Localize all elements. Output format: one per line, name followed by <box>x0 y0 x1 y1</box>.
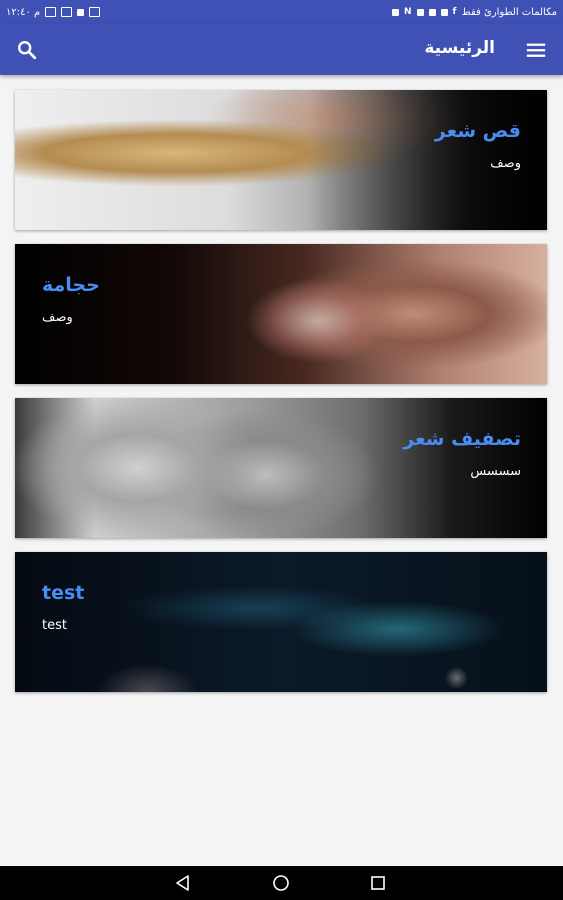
search-button[interactable] <box>16 39 38 61</box>
card-title: test <box>42 582 85 604</box>
battery-icon <box>45 7 57 17</box>
category-card-test[interactable]: test test <box>15 552 547 692</box>
recents-button[interactable] <box>369 874 387 892</box>
status-bar-right: N f مكالمات الطوارئ فقط <box>391 6 557 18</box>
news-icon <box>440 8 448 16</box>
app-bar: الرئيسية <box>0 24 563 75</box>
cupping-photo <box>15 244 547 384</box>
category-card-hair-cutting[interactable]: قص شعر وصف <box>15 90 547 230</box>
facebook-icon: f <box>452 7 457 17</box>
card-description: وصف <box>490 156 521 171</box>
signal-icon <box>61 7 73 17</box>
carrier-text: مكالمات الطوارئ فقط <box>461 6 557 18</box>
twitter-icon <box>416 8 424 16</box>
space-photo <box>15 552 547 692</box>
system-nav-bar <box>0 866 563 900</box>
notification-icon <box>391 8 399 16</box>
card-title: تصفيف شعر <box>403 428 521 450</box>
hair-styling-photo <box>15 398 547 538</box>
n-notification-icon: N <box>403 7 412 17</box>
category-card-cupping[interactable]: حجامة وصف <box>15 244 547 384</box>
card-title: قص شعر <box>434 120 521 142</box>
recents-square-icon <box>371 876 385 890</box>
menu-button[interactable] <box>525 39 547 61</box>
card-description: test <box>42 618 67 633</box>
card-title: حجامة <box>42 274 100 296</box>
category-list: قص شعر وصف حجامة وصف تصفيف شعر سسسس test… <box>15 90 547 706</box>
clock-text: م ١٢:٤٠ <box>6 6 41 18</box>
home-button[interactable] <box>272 874 290 892</box>
status-bar-left: م ١٢:٤٠ <box>6 6 101 18</box>
page-title: الرئيسية <box>424 38 495 58</box>
wifi-icon <box>77 8 85 16</box>
category-card-hair-styling[interactable]: تصفيف شعر سسسس <box>15 398 547 538</box>
photo-icon <box>428 8 436 16</box>
home-circle-icon <box>273 875 289 891</box>
back-button[interactable] <box>174 874 192 892</box>
hair-cutting-photo <box>15 90 547 230</box>
status-bar: م ١٢:٤٠ N f مكالمات الطوارئ فقط <box>0 0 563 24</box>
vibrate-icon <box>89 7 101 17</box>
card-description: سسسس <box>470 464 521 479</box>
hamburger-menu-icon <box>526 43 546 57</box>
card-description: وصف <box>42 310 73 325</box>
search-icon <box>18 41 37 60</box>
back-triangle-icon <box>176 875 189 891</box>
